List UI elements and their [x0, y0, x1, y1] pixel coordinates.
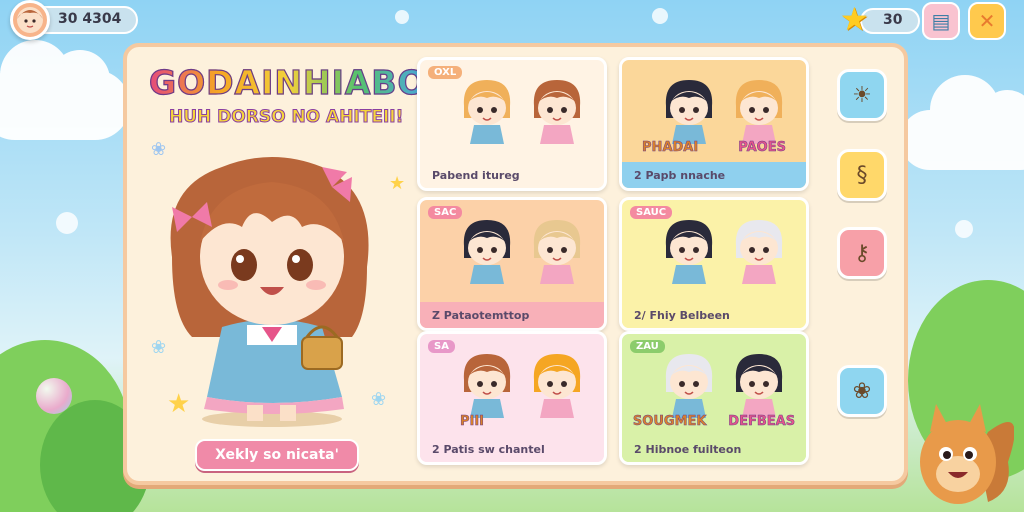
- side-button[interactable]: ☀: [837, 69, 887, 121]
- avatar-face-icon: [17, 7, 43, 33]
- key-icon: ⚷: [853, 240, 871, 266]
- card-names: PHADAI PAOES: [622, 140, 806, 156]
- side-button[interactable]: ❀: [837, 365, 887, 417]
- star-deco-icon: ★: [389, 173, 406, 194]
- swirl-icon: §: [856, 162, 868, 188]
- sparkle-dot: [652, 8, 668, 24]
- currency-count: 30 4304: [58, 11, 122, 27]
- character-card[interactable]: SA PIII 2 Patis sw chantel: [417, 331, 607, 465]
- card-footer: 2 Papb nnache: [622, 162, 806, 188]
- star-count: 30: [883, 12, 903, 28]
- card-tag: OXL: [428, 66, 463, 79]
- close-button[interactable]: ✕: [968, 2, 1006, 40]
- sparkle-dot: [395, 10, 409, 24]
- clipboard-button[interactable]: ▤: [922, 2, 960, 40]
- character-card[interactable]: SAUC 2/ Fhiy Belbeen: [619, 197, 809, 331]
- character-card[interactable]: SAC Z Pataotemttop: [417, 197, 607, 331]
- character-select-panel: GODAINHIABO HUH DORSO NO AHITEII! ❀ ★ ❀ …: [123, 43, 908, 485]
- chibi-character: [665, 354, 713, 418]
- card-character-name: SOUGMEK: [632, 414, 707, 430]
- card-character-name: PIII: [459, 414, 485, 430]
- sun-icon: ☀: [852, 82, 872, 108]
- chibi-character: [735, 354, 783, 418]
- panel-title: GODAINHIABO: [148, 62, 427, 102]
- chibi-character: [735, 220, 783, 284]
- card-footer: 2/ Fhiy Belbeen: [622, 302, 806, 328]
- card-names: PIII: [420, 414, 604, 430]
- sparkle-dot: [955, 220, 973, 238]
- character-card[interactable]: PHADAI PAOES 2 Papb nnache: [619, 57, 809, 191]
- card-tag: ZAU: [630, 340, 665, 353]
- flower-icon: ❀: [852, 378, 872, 404]
- chibi-character: [735, 80, 783, 144]
- player-avatar[interactable]: [10, 0, 50, 40]
- card-footer: Pabend itureg: [420, 162, 604, 188]
- chibi-character: [463, 80, 511, 144]
- select-character-button[interactable]: Xekly so nicata': [195, 439, 359, 471]
- card-footer: Z Pataotemttop: [420, 302, 604, 328]
- close-icon: ✕: [978, 9, 996, 33]
- character-card[interactable]: ZAU SOUGMEK DEFBEAS 2 Hibnoe fuilteon: [619, 331, 809, 465]
- cloud: [0, 40, 130, 140]
- star-icon: ★: [840, 0, 869, 38]
- bubble-icon: [36, 378, 72, 414]
- featured-character[interactable]: [152, 147, 382, 427]
- chibi-character: [533, 220, 581, 284]
- card-character-name: PAOES: [738, 140, 786, 156]
- side-button[interactable]: ⚷: [837, 227, 887, 279]
- card-footer: 2 Patis sw chantel: [420, 436, 604, 462]
- card-tag: SA: [428, 340, 455, 353]
- card-footer: 2 Hibnoe fuilteon: [622, 436, 806, 462]
- cloud: [900, 75, 1024, 170]
- chibi-character: [665, 220, 713, 284]
- chibi-character: [533, 354, 581, 418]
- card-character-name: DEFBEAS: [728, 414, 796, 430]
- clipboard-icon: ▤: [931, 9, 951, 33]
- side-button[interactable]: §: [837, 149, 887, 201]
- chibi-character: [463, 354, 511, 418]
- card-tag: SAC: [428, 206, 463, 219]
- squirrel-mascot: [920, 404, 1014, 504]
- card-names: SOUGMEK DEFBEAS: [622, 414, 806, 430]
- character-card[interactable]: OXL Pabend itureg: [417, 57, 607, 191]
- sparkle-dot: [56, 212, 78, 234]
- chibi-character: [533, 80, 581, 144]
- chibi-character: [665, 80, 713, 144]
- panel-subtitle: HUH DORSO NO AHITEII!: [168, 107, 404, 128]
- chibi-character: [463, 220, 511, 284]
- card-character-name: PHADAI: [642, 140, 699, 156]
